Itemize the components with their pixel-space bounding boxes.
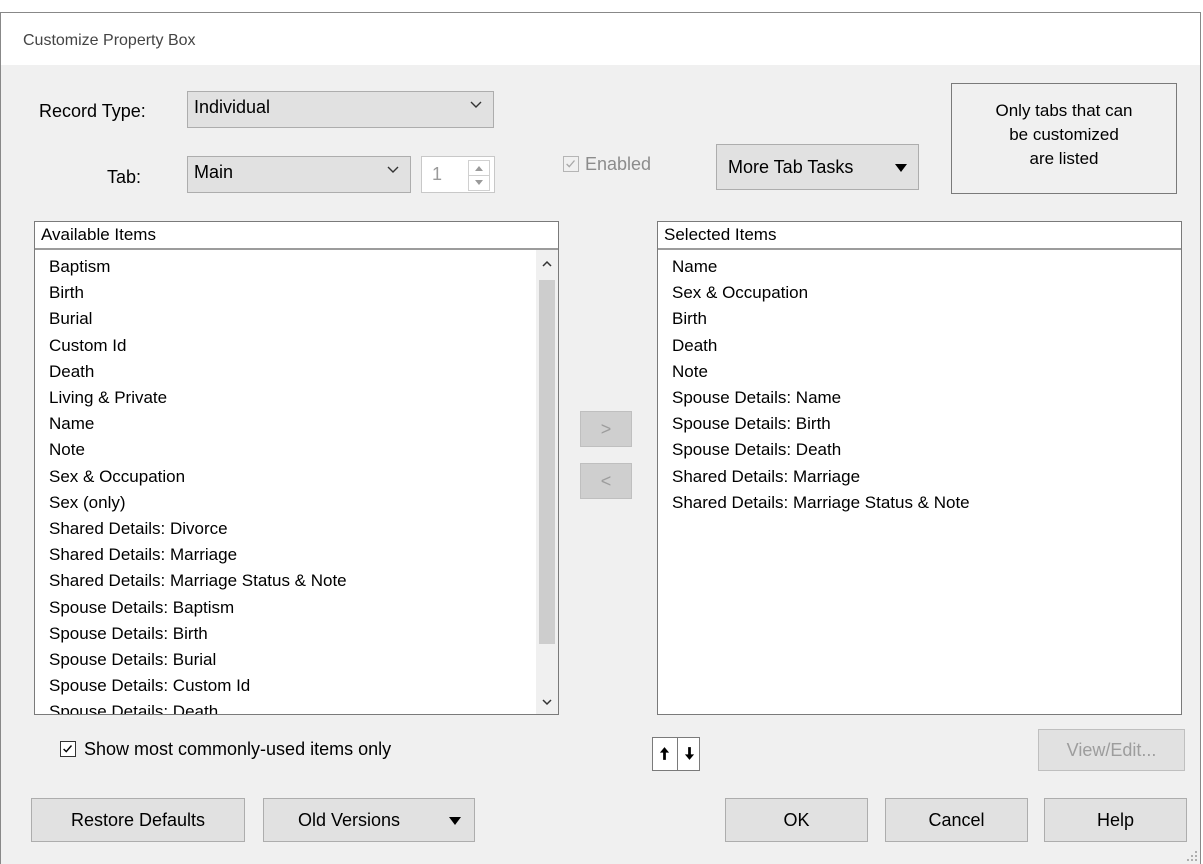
dialog-window: Customize Property Box Record Type: Indi… <box>0 12 1201 864</box>
selected-items-header[interactable]: Selected Items <box>658 222 1181 250</box>
note-line: are listed <box>1029 149 1099 168</box>
list-item[interactable]: Sex & Occupation <box>672 280 970 306</box>
info-note-box: Only tabs that can be customized are lis… <box>951 83 1177 194</box>
list-item[interactable]: Death <box>672 333 970 359</box>
add-item-button[interactable]: > <box>580 411 632 447</box>
enabled-label: Enabled <box>585 154 652 174</box>
available-scrollbar[interactable] <box>536 250 558 714</box>
more-tab-tasks-label: More Tab Tasks <box>728 156 854 177</box>
old-versions-button[interactable]: Old Versions <box>263 798 475 842</box>
remove-item-button[interactable]: < <box>580 463 632 499</box>
list-item[interactable]: Spouse Details: Death <box>49 699 347 714</box>
list-item[interactable]: Note <box>672 359 970 385</box>
scroll-up-icon[interactable] <box>541 258 553 270</box>
spin-up-icon <box>475 166 483 171</box>
more-tab-tasks-button[interactable]: More Tab Tasks <box>716 144 919 190</box>
spin-down-button[interactable] <box>468 175 490 191</box>
restore-defaults-button[interactable]: Restore Defaults <box>31 798 245 842</box>
move-buttons-group <box>652 737 700 771</box>
spin-down-icon <box>475 180 483 185</box>
arrow-down-icon <box>684 747 695 760</box>
available-items-container: Baptism Birth Burial Custom Id Death Living &… <box>49 254 347 714</box>
list-item[interactable]: Baptism <box>49 254 347 280</box>
cancel-label: Cancel <box>928 809 985 830</box>
list-item[interactable]: Note <box>49 437 347 463</box>
available-items-header-label: Available Items <box>41 225 156 244</box>
resize-grip-icon[interactable] <box>1186 850 1198 862</box>
list-item[interactable]: Shared Details: Marriage <box>49 542 347 568</box>
scroll-down-icon[interactable] <box>541 696 553 708</box>
view-edit-button[interactable]: View/Edit... <box>1038 729 1185 771</box>
record-type-value: Individual <box>194 97 271 117</box>
list-item[interactable]: Custom Id <box>49 333 347 359</box>
list-item[interactable]: Name <box>49 411 347 437</box>
record-type-label: Record Type: <box>39 101 146 121</box>
selected-items-list[interactable]: Selected Items Name Sex & Occupation Birth… <box>657 221 1182 715</box>
help-button[interactable]: Help <box>1044 798 1187 842</box>
list-item[interactable]: Sex & Occupation <box>49 464 347 490</box>
cancel-button[interactable]: Cancel <box>885 798 1028 842</box>
scrollbar-thumb[interactable] <box>539 280 555 644</box>
note-line: Only tabs that can <box>995 101 1133 120</box>
move-up-button[interactable] <box>653 738 678 770</box>
restore-defaults-label: Restore Defaults <box>70 809 206 830</box>
note-line: be customized <box>1009 125 1119 144</box>
ok-button[interactable]: OK <box>725 798 868 842</box>
list-item[interactable]: Spouse Details: Death <box>672 437 970 463</box>
old-versions-label: Old Versions <box>298 809 401 830</box>
list-item[interactable]: Spouse Details: Birth <box>49 621 347 647</box>
tab-dropdown[interactable]: Main <box>187 156 411 193</box>
list-item[interactable]: Shared Details: Marriage Status & Note <box>49 568 347 594</box>
selected-items-container: Name Sex & Occupation Birth Death Note Spouse… <box>672 254 970 516</box>
list-item[interactable]: Shared Details: Divorce <box>49 516 347 542</box>
ok-label: OK <box>783 809 810 830</box>
list-item[interactable]: Death <box>49 359 347 385</box>
tab-number-spinner[interactable]: 1 <box>421 156 495 193</box>
common-items-checkbox[interactable] <box>60 741 76 757</box>
tab-number-value: 1 <box>432 164 443 184</box>
arrow-up-icon <box>659 747 670 760</box>
list-item[interactable]: Living & Private <box>49 385 347 411</box>
list-item[interactable]: Spouse Details: Birth <box>672 411 970 437</box>
available-items-list[interactable]: Available Items Baptism Birth Burial Custom… <box>34 221 559 715</box>
enabled-checkbox[interactable] <box>563 156 579 172</box>
title-bar: Customize Property Box <box>1 13 1200 65</box>
record-type-dropdown[interactable]: Individual <box>187 91 494 128</box>
caret-down-icon <box>449 817 461 825</box>
chevron-down-icon <box>470 101 482 108</box>
window-title: Customize Property Box <box>23 32 196 49</box>
remove-item-label: < <box>600 470 612 491</box>
selected-items-header-label: Selected Items <box>664 225 777 244</box>
view-edit-label: View/Edit... <box>1066 739 1157 760</box>
list-item[interactable]: Spouse Details: Name <box>672 385 970 411</box>
caret-down-icon <box>895 164 907 172</box>
tab-label: Tab: <box>107 167 142 187</box>
list-item[interactable]: Name <box>672 254 970 280</box>
list-item[interactable]: Spouse Details: Baptism <box>49 595 347 621</box>
list-item[interactable]: Shared Details: Marriage Status & Note <box>672 490 970 516</box>
move-down-button[interactable] <box>678 738 700 770</box>
available-items-header[interactable]: Available Items <box>35 222 558 250</box>
chevron-down-icon <box>387 166 399 173</box>
list-item[interactable]: Spouse Details: Custom Id <box>49 673 347 699</box>
list-item[interactable]: Birth <box>49 280 347 306</box>
list-item[interactable]: Shared Details: Marriage <box>672 464 970 490</box>
checkmark-icon <box>63 745 73 753</box>
checkmark-icon <box>566 160 575 168</box>
list-item[interactable]: Birth <box>672 306 970 332</box>
spin-up-button[interactable] <box>468 160 490 176</box>
help-label: Help <box>1096 809 1135 830</box>
tab-value: Main <box>194 162 234 182</box>
common-items-label[interactable]: Show most commonly-used items only <box>84 739 391 760</box>
list-item[interactable]: Sex (only) <box>49 490 347 516</box>
list-item[interactable]: Spouse Details: Burial <box>49 647 347 673</box>
add-item-label: > <box>600 418 612 439</box>
list-item[interactable]: Burial <box>49 306 347 332</box>
